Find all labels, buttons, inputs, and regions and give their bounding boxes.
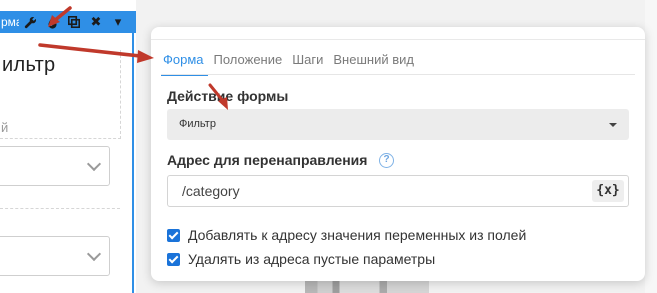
caret-down-icon	[609, 123, 617, 127]
add-variables-label: Добавлять к адресу значения переменных и…	[188, 227, 527, 243]
popup-header	[151, 27, 645, 40]
tab-position[interactable]: Положение	[212, 50, 287, 72]
block-type-label: рма	[1, 15, 19, 29]
redirect-url-label: Адрес для перенаправления	[167, 152, 368, 168]
drop-icon[interactable]	[41, 11, 63, 33]
form-select-field[interactable]	[0, 146, 110, 186]
form-action-select[interactable]: Фильтр	[167, 109, 629, 140]
form-action-label: Действие формы	[167, 88, 289, 104]
add-variables-checkbox[interactable]	[167, 228, 180, 242]
insert-variable-button[interactable]: {x}	[592, 180, 624, 202]
wrench-icon[interactable]	[19, 11, 41, 33]
remove-empty-params-checkbox[interactable]	[167, 252, 180, 266]
settings-tabs: Форма Положение Шаги Внешний вид	[161, 50, 422, 76]
form-action-value: Фильтр	[179, 118, 216, 130]
chevron-down-icon	[86, 156, 102, 172]
tab-appearance[interactable]: Внешний вид	[331, 50, 418, 72]
neighbor-block	[645, 0, 657, 293]
field-label: й	[1, 120, 9, 135]
form-settings-popup: Форма Положение Шаги Внешний вид Действи…	[151, 27, 645, 281]
form-title: ильтр	[2, 54, 56, 76]
add-variables-option[interactable]: Добавлять к адресу значения переменных и…	[167, 227, 526, 243]
close-icon[interactable]: ✖	[85, 11, 107, 33]
form-select-field[interactable]	[0, 236, 110, 276]
chevron-down-icon[interactable]: ▾	[107, 11, 129, 33]
chevron-down-icon	[86, 246, 102, 262]
block-toolbar: рма ✖ ▾	[0, 11, 136, 33]
tab-form[interactable]: Форма	[161, 50, 208, 76]
remove-empty-params-option[interactable]: Удалять из адреса пустые параметры	[167, 251, 435, 267]
tab-steps[interactable]: Шаги	[290, 50, 327, 72]
copy-icon[interactable]	[63, 11, 85, 33]
divider	[0, 208, 120, 209]
tabs-divider	[161, 74, 635, 75]
help-icon[interactable]: ?	[379, 153, 394, 168]
redirect-url-field[interactable]: {x}	[167, 175, 629, 207]
remove-empty-params-label: Удалять из адреса пустые параметры	[188, 251, 436, 267]
redirect-url-input[interactable]	[182, 182, 582, 200]
